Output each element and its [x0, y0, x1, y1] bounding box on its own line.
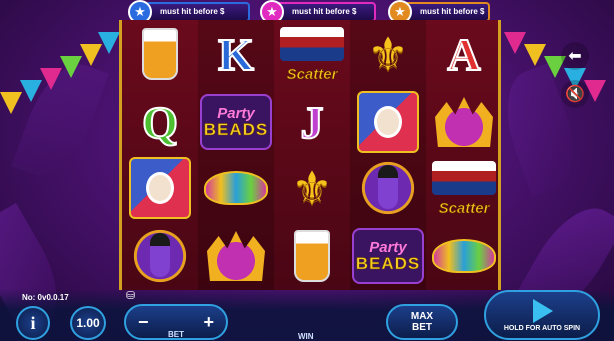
beer-icon	[294, 230, 330, 282]
j-symbol: J	[300, 96, 325, 149]
max-bet-button[interactable]: MAX BET	[386, 304, 458, 340]
coin-value-button[interactable]: 1.00	[70, 306, 106, 340]
reel-5: A Scatter	[426, 20, 498, 290]
bet-minus-button[interactable]: −	[138, 312, 149, 333]
riverboat-icon: Scatter	[428, 157, 500, 219]
play-icon	[533, 298, 553, 323]
beer-icon	[142, 28, 178, 80]
reel-4: ⚜ Party BEADS	[350, 20, 426, 290]
q-symbol: Q	[141, 96, 179, 149]
version-label: No: 0v0.0.17	[22, 293, 69, 302]
fleur-symbol: ⚜	[274, 154, 350, 222]
bet-label: BET	[168, 330, 184, 339]
party-beads-symbol: Party BEADS	[198, 88, 274, 156]
k-symbol: K	[217, 28, 255, 81]
carnival-mask-icon	[432, 239, 496, 273]
fleur-de-lis-icon: ⚜	[291, 162, 333, 214]
scatter-symbol: Scatter	[274, 20, 350, 88]
scatter-symbol: Scatter	[426, 154, 502, 222]
saxophone-player-icon	[132, 225, 188, 287]
reel-1: Q	[122, 20, 198, 290]
a-symbol: A	[446, 28, 481, 81]
info-button[interactable]: i	[16, 306, 50, 340]
fleur-symbol: ⚜	[350, 20, 426, 88]
bunting-right	[500, 0, 614, 120]
crown-symbol	[198, 222, 274, 290]
spin-button[interactable]: HOLD FOR AUTO SPIN	[484, 290, 600, 340]
jester-icon	[357, 91, 419, 153]
bunting-left	[0, 0, 120, 120]
reel-grid: Q K Party BEADS Scatter J ⚜ ⚜ Party BEADS …	[119, 20, 501, 290]
reel-2: K Party BEADS	[198, 20, 274, 290]
jester-symbol	[350, 88, 426, 156]
sax-symbol	[122, 222, 198, 290]
beer-symbol	[122, 20, 198, 88]
carnival-mask-icon	[204, 171, 268, 205]
mask-symbol	[198, 154, 274, 222]
coin-stack-icon: ⛁	[126, 290, 136, 302]
crown-icon	[207, 231, 265, 281]
fleur-de-lis-icon: ⚜	[367, 28, 409, 80]
saxophone-player-icon	[360, 157, 416, 219]
jackpot-major: ★ must hit before $ 250,000	[260, 0, 376, 32]
jester-icon	[129, 157, 191, 219]
crown-symbol	[426, 88, 502, 156]
crown-icon	[435, 97, 493, 147]
win-label: WIN	[298, 332, 314, 341]
jackpot-minor: ★ must hit before $ 35,000	[388, 0, 490, 32]
mask-symbol	[426, 222, 502, 290]
riverboat-icon: Scatter	[276, 23, 348, 85]
beer-symbol	[274, 222, 350, 290]
reel-3: Scatter J ⚜	[274, 20, 350, 290]
back-arrow-icon[interactable]: ⬅	[561, 42, 589, 70]
bet-plus-button[interactable]: +	[203, 312, 214, 333]
party-beads-symbol: Party BEADS	[350, 222, 426, 290]
jester-symbol	[122, 154, 198, 222]
sax-symbol	[350, 154, 426, 222]
sound-off-icon[interactable]: 🔇	[561, 80, 589, 108]
jackpot-grand: ★ must hit before $ 2,500,000	[128, 0, 250, 32]
